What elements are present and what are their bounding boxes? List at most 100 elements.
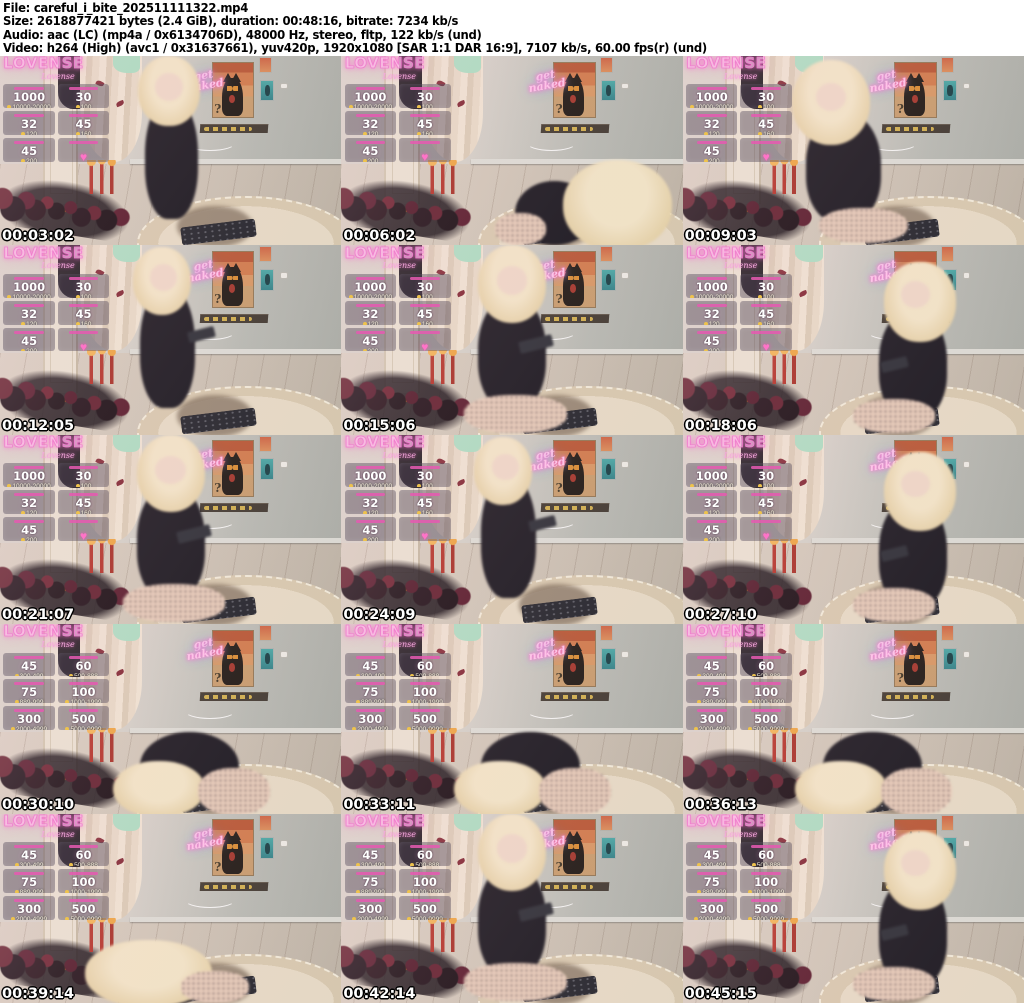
tip-menu-cell: 1000 10000-20000 (344, 84, 397, 109)
tip-value: 45 (75, 306, 92, 321)
tip-range: 500-888 (399, 862, 450, 866)
tip-range: 100 (58, 483, 109, 487)
cell-header-bar (355, 898, 386, 902)
tip-range: 300-499 (686, 862, 737, 866)
tip-value: 45 (703, 522, 720, 537)
cell-header-bar (751, 845, 782, 848)
lovense-logo: LOVENSE (344, 434, 426, 452)
tip-value: 45 (362, 522, 379, 537)
tip-menu-cell: 45 160 (57, 490, 110, 514)
tip-menu-cell: 500 5000-9999 (740, 895, 792, 920)
cell-header-bar (68, 709, 99, 713)
cell-header-bar (751, 330, 782, 334)
cell-header-bar (14, 330, 44, 334)
tip-menu-cell: 45 300-499 (686, 842, 738, 866)
tip-value: 45 (758, 496, 775, 511)
heart-icon: ♥ (421, 339, 429, 352)
heart-icon: ♥ (421, 528, 429, 541)
tip-value: 75 (21, 685, 38, 700)
cell-header-bar (696, 87, 727, 91)
timestamp-overlay: 00:12:05 (2, 417, 75, 434)
tip-value: 500 (412, 901, 437, 916)
tip-menu-cell: 1000 10000-20000 (344, 463, 397, 488)
tip-value: 30 (758, 469, 775, 484)
tip-range: 300-499 (345, 862, 396, 866)
cell-header-bar (68, 845, 99, 848)
tip-value: 32 (362, 306, 379, 321)
cell-header-bar (409, 276, 440, 280)
tip-menu-cell: 30 100 (740, 463, 792, 488)
tip-range: 100 (399, 483, 450, 487)
tip-menu-cell: 45 160 (57, 300, 110, 325)
tip-menu-cell: 32 120 (3, 300, 55, 325)
tip-value: 300 (358, 712, 383, 727)
tip-range: 160 (58, 131, 109, 135)
tip-menu-cell: ♥ (57, 516, 110, 541)
tip-menu-cell: ♥ (399, 516, 451, 541)
tip-value: 1000 (13, 279, 46, 294)
tip-value: 45 (362, 333, 379, 348)
cell-header-bar (696, 114, 727, 118)
tip-menu-cell: 100 1000-1999 (57, 679, 110, 704)
tip-menu-cell: 45 300-499 (686, 652, 738, 677)
cell-header-bar (355, 141, 386, 145)
lovense-script-logo: Lovense (382, 261, 417, 271)
tip-menu-cell: 30 100 (57, 463, 110, 488)
tip-value: 60 (75, 848, 92, 862)
cell-header-bar (68, 114, 99, 118)
tip-range: 500-888 (58, 862, 109, 866)
tip-menu-cell: ♥ (399, 138, 451, 163)
cell-header-bar (355, 845, 386, 848)
tip-value: 30 (758, 279, 775, 294)
tip-range: 160 (58, 510, 109, 514)
tip-menu: 1000 10000-20000 30 100 32 120 45 160 45 200 ♥ (3, 463, 110, 541)
tip-range: 300-499 (686, 673, 737, 677)
tip-menu-cell: 45 160 (399, 300, 451, 325)
cell-header-bar (14, 87, 44, 91)
timestamp-overlay: 00:15:06 (343, 417, 416, 434)
tip-value: 500 (71, 712, 96, 727)
tip-menu-cell: 32 120 (686, 111, 738, 136)
cell-header-bar (355, 709, 386, 713)
tip-range: 889-999 (345, 889, 396, 893)
tip-range: 500-888 (399, 673, 450, 677)
tip-value: 500 (754, 901, 779, 916)
tip-value: 60 (758, 658, 775, 673)
tip-menu-cell: 45 160 (740, 300, 792, 325)
cell-header-bar (355, 466, 386, 470)
file-info-header: File: careful_i_bite_202511111322.mp4 Si… (0, 0, 1024, 56)
tip-value: 45 (758, 306, 775, 321)
tip-range: 100 (399, 294, 450, 298)
video-thumbnail: ? get naked LOVENSE Lovense 45300-499605… (682, 813, 1024, 1003)
tip-menu-cell: 45 300-499 (344, 652, 397, 677)
tip-menu: 1000 10000-20000 30 100 32 120 45 160 45 200 ♥ (686, 84, 792, 163)
cell-header-bar (696, 330, 727, 334)
tip-range: 160 (399, 510, 450, 514)
tip-range: 889-999 (345, 699, 396, 703)
tip-range: 10000-20000 (686, 104, 737, 108)
tip-range: 120 (3, 131, 54, 135)
cell-header-bar (696, 898, 727, 902)
tip-value: 75 (362, 874, 379, 889)
timestamp-overlay: 00:30:10 (2, 796, 75, 813)
tip-menu-cell: 45 200 (3, 327, 55, 352)
lovense-logo: LOVENSE (344, 56, 426, 73)
tip-menu-cell: 300 2000-4999 (686, 895, 738, 920)
tip-value: 60 (75, 658, 92, 673)
cell-header-bar (68, 303, 99, 307)
tip-range: 300-499 (3, 862, 54, 866)
cell-header-bar (696, 276, 727, 280)
tip-menu-cell: ♥ (740, 516, 792, 541)
heart-icon: ♥ (79, 150, 88, 163)
tip-menu-cell: 1000 10000-20000 (3, 463, 55, 488)
cell-header-bar (355, 493, 386, 497)
timestamp-overlay: 00:03:02 (2, 228, 75, 245)
tip-menu-cell: 32 120 (344, 490, 397, 514)
tip-value: 500 (412, 712, 437, 727)
tip-value: 1000 (13, 90, 46, 105)
tip-menu-cell: 75 889-999 (344, 679, 397, 704)
tip-range: 200 (686, 537, 737, 541)
timestamp-overlay: 00:06:02 (343, 228, 416, 245)
tip-range: 300-499 (345, 673, 396, 677)
tip-value: 45 (21, 144, 38, 159)
